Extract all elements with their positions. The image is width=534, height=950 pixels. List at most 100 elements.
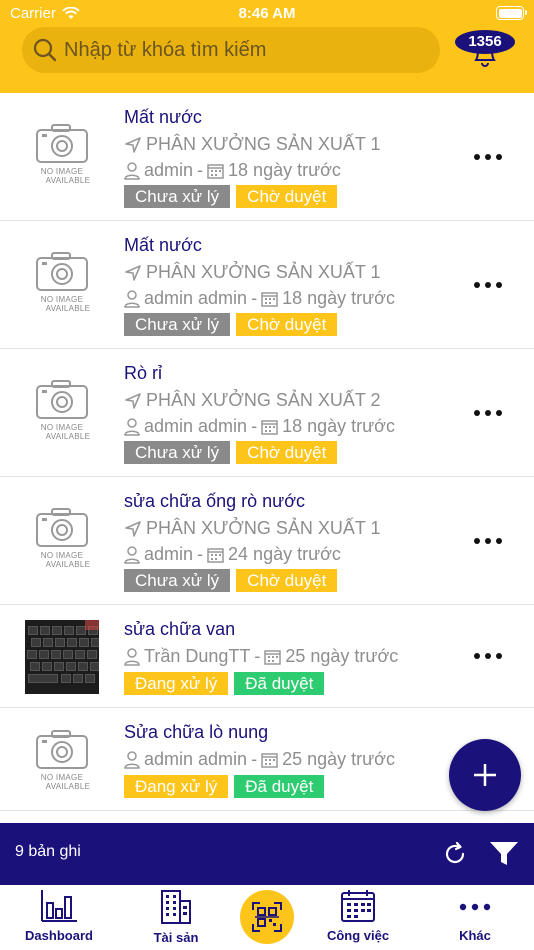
notification-button[interactable]: 1356: [455, 30, 515, 70]
item-location: PHÂN XƯỞNG SẢN XUẤT 1: [124, 262, 381, 283]
thumbnail: NO IMAGE AVAILABLE: [25, 728, 99, 802]
more-options-button[interactable]: [474, 531, 508, 551]
location-arrow-icon: [125, 136, 141, 153]
tab-assets[interactable]: Tài sản: [126, 889, 226, 945]
tab-label: Khác: [459, 928, 491, 943]
list-item[interactable]: NO IMAGE AVAILABLE Mất nước PHÂN XƯỞNG S…: [0, 93, 534, 221]
item-meta: admin - 24 ngày trước: [124, 544, 341, 565]
tab-label: Dashboard: [25, 928, 93, 943]
approval-badge: Đã duyệt: [234, 775, 325, 798]
more-dots-icon: [459, 903, 491, 911]
more-options-button[interactable]: [474, 147, 508, 167]
item-meta: Trần DungTT - 25 ngày trước: [124, 646, 398, 667]
approval-badge: Chờ duyệt: [236, 569, 338, 592]
bar-chart-icon: [41, 890, 77, 922]
list-item[interactable]: NO IMAGE AVAILABLE Rò rỉ PHÂN XƯỞNG SẢN …: [0, 349, 534, 477]
approval-badge: Chờ duyệt: [236, 313, 338, 336]
record-count: 9 bản ghi: [15, 843, 81, 860]
item-title: Sửa chữa lò nung: [124, 722, 269, 742]
calendar-small-icon: [261, 420, 278, 435]
item-title: Mất nước: [124, 107, 202, 127]
item-location: PHÂN XƯỞNG SẢN XUẤT 1: [124, 518, 381, 539]
camera-icon: [36, 124, 88, 163]
search-bar[interactable]: [22, 27, 440, 73]
status-badge: Chưa xử lý: [124, 569, 231, 592]
item-meta: admin admin - 25 ngày trước: [124, 749, 395, 770]
more-options-button[interactable]: [474, 275, 508, 295]
notification-count: 1356: [455, 30, 515, 54]
calendar-small-icon: [264, 650, 282, 665]
qr-scan-icon: [252, 902, 282, 932]
approval-badge: Chờ duyệt: [236, 441, 338, 464]
status-time: 8:46 AM: [238, 5, 296, 22]
user-icon: [124, 161, 140, 180]
no-image-placeholder: NO IMAGE AVAILABLE: [25, 728, 99, 802]
tab-dashboard[interactable]: Dashboard: [9, 889, 109, 943]
tab-label: Công việc: [326, 928, 390, 943]
thumbnail: NO IMAGE AVAILABLE: [25, 378, 99, 452]
thumbnail: NO IMAGE AVAILABLE: [25, 250, 99, 324]
user-icon: [124, 289, 140, 308]
status-badge: Chưa xử lý: [124, 185, 231, 208]
search-icon: [33, 38, 57, 62]
camera-icon: [36, 380, 88, 419]
location-arrow-icon: [125, 520, 141, 537]
item-location: PHÂN XƯỞNG SẢN XUẤT 1: [124, 134, 381, 155]
item-meta: admin admin - 18 ngày trước: [124, 416, 395, 437]
thumbnail: NO IMAGE AVAILABLE: [25, 122, 99, 196]
item-title: Mất nước: [124, 235, 202, 255]
list-item[interactable]: NO IMAGE AVAILABLE sửa chữa ống rò nước …: [0, 477, 534, 605]
more-options-button[interactable]: [474, 646, 508, 666]
add-button[interactable]: [449, 739, 521, 811]
calendar-small-icon: [261, 292, 278, 307]
plus-icon: [474, 764, 496, 786]
camera-icon: [36, 730, 88, 769]
user-icon: [124, 750, 140, 769]
tab-qr-scan[interactable]: [240, 890, 294, 944]
item-meta: admin admin - 18 ngày trước: [124, 288, 395, 309]
tab-work[interactable]: Công việc: [308, 889, 408, 943]
thumbnail: NO IMAGE AVAILABLE: [25, 506, 99, 580]
keyboard-photo: [25, 620, 99, 694]
user-icon: [124, 647, 140, 666]
tab-more[interactable]: Khác: [425, 889, 525, 943]
search-input[interactable]: [64, 38, 424, 62]
no-image-placeholder: NO IMAGE AVAILABLE: [25, 122, 99, 196]
status-bar: Carrier 8:46 AM: [0, 0, 534, 28]
item-title: Rò rỉ: [124, 363, 163, 383]
calendar-small-icon: [207, 164, 224, 179]
user-icon: [124, 545, 140, 564]
camera-icon: [36, 252, 88, 291]
list-item[interactable]: sửa chữa van Trần DungTT - 25 ngày trước…: [0, 605, 534, 708]
list-item[interactable]: NO IMAGE AVAILABLE Mất nước PHÂN XƯỞNG S…: [0, 221, 534, 349]
tab-bar: Dashboard Tài sản Công việc Khác: [0, 885, 534, 950]
thumbnail: [25, 620, 99, 694]
status-badge: Đang xử lý: [124, 775, 229, 798]
refresh-icon[interactable]: [441, 840, 469, 868]
calendar-small-icon: [261, 753, 278, 768]
camera-icon: [36, 508, 88, 547]
tab-label: Tài sản: [153, 930, 199, 945]
building-icon: [161, 890, 191, 924]
header: Carrier 8:46 AM 1356: [0, 0, 534, 93]
no-image-placeholder: NO IMAGE AVAILABLE: [25, 378, 99, 452]
calendar-icon: [341, 890, 375, 922]
item-title: sửa chữa van: [124, 619, 236, 639]
battery-icon: [496, 6, 527, 20]
calendar-small-icon: [207, 548, 224, 563]
approval-badge: Chờ duyệt: [236, 185, 338, 208]
location-arrow-icon: [125, 264, 141, 281]
status-badge: Chưa xử lý: [124, 441, 231, 464]
no-image-placeholder: NO IMAGE AVAILABLE: [25, 250, 99, 324]
item-title: sửa chữa ống rò nước: [124, 491, 306, 511]
status-badge: Chưa xử lý: [124, 313, 231, 336]
status-badge: Đang xử lý: [124, 672, 229, 695]
item-meta: admin - 18 ngày trước: [124, 160, 341, 181]
record-bar: 9 bản ghi: [0, 823, 534, 885]
more-options-button[interactable]: [474, 403, 508, 423]
location-arrow-icon: [125, 392, 141, 409]
issue-list[interactable]: NO IMAGE AVAILABLE Mất nước PHÂN XƯỞNG S…: [0, 93, 534, 823]
filter-icon[interactable]: [489, 840, 519, 868]
approval-badge: Đã duyệt: [234, 672, 325, 695]
user-icon: [124, 417, 140, 436]
